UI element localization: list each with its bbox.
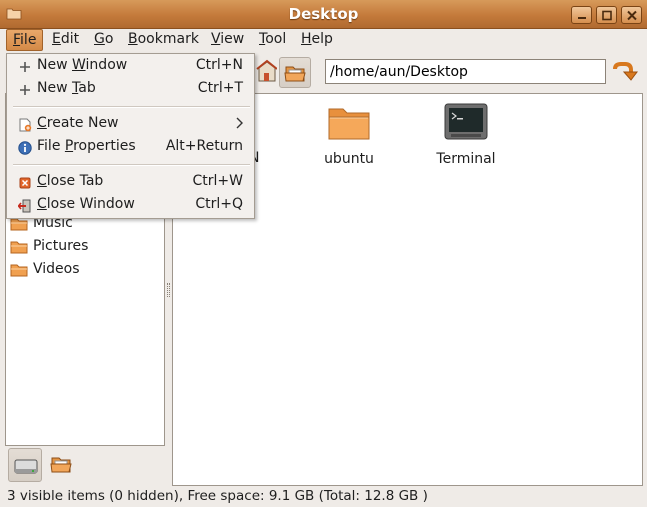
places-tab[interactable] [8,448,42,482]
splitter-grip [167,283,170,297]
shortcut-label: Ctrl+W [192,173,243,189]
menu-item-create-new[interactable]: Create New [8,113,253,136]
info-icon [18,141,32,155]
exit-icon [18,199,31,213]
folder-icon [10,264,28,277]
side-item-videos[interactable]: Videos [8,259,162,281]
go-button[interactable] [610,59,638,85]
drive-icon [14,459,38,474]
folder-icon [10,218,28,231]
minimize-icon [578,17,586,19]
menu-bar: File Edit Go Bookmark View Tool Help [0,29,647,53]
menu-separator [13,164,250,166]
menu-item-new-tab[interactable]: New Tab Ctrl+T [8,78,253,101]
menu-separator [13,106,250,108]
side-item-label: Videos [33,261,80,277]
menu-item-file-properties[interactable]: File Properties Alt+Return [8,136,253,159]
path-input[interactable] [325,59,606,84]
terminal-icon [444,103,488,140]
side-item-label: Pictures [33,238,89,254]
window-title: Desktop [288,5,359,23]
file-item-ubuntu[interactable]: ubuntu [299,103,399,167]
menu-edit[interactable]: Edit [46,29,85,51]
shortcut-label: Alt+Return [165,138,243,154]
file-item-terminal[interactable]: Terminal [416,103,516,167]
maximize-button[interactable] [596,6,617,24]
chevron-right-icon [236,117,243,129]
file-menu-dropdown: New Window Ctrl+N New Tab Ctrl+T Create … [6,53,255,219]
file-label: ubuntu [324,151,374,167]
folder-icon [10,241,28,254]
close-icon [627,10,637,21]
title-bar[interactable]: Desktop [0,0,647,29]
plus-icon [20,62,30,72]
menu-tool[interactable]: Tool [253,29,292,51]
status-bar: 3 visible items (0 hidden), Free space: … [0,486,647,507]
side-item-pictures[interactable]: Pictures [8,236,162,258]
folder-open-icon [284,66,306,82]
plus-icon [20,85,30,95]
menu-bookmark[interactable]: Bookmark [122,29,205,51]
folder-icon [328,108,370,140]
shortcut-label: Ctrl+T [197,80,243,96]
file-label: Terminal [436,151,496,167]
close-tab-icon [19,177,31,189]
menu-item-new-window[interactable]: New Window Ctrl+N [8,55,253,78]
minimize-button[interactable] [571,6,592,24]
go-arrow-icon [613,62,638,81]
directory-tree-tab[interactable] [45,448,79,482]
menu-help[interactable]: Help [295,29,339,51]
menu-item-close-tab[interactable]: Close Tab Ctrl+W [8,171,253,194]
folder-open-icon [50,457,72,473]
side-pane-switcher [5,448,165,486]
maximize-icon [602,10,612,21]
menu-file[interactable]: File [6,29,44,51]
menu-go[interactable]: Go [88,29,119,51]
shortcut-label: Ctrl+N [195,57,243,73]
close-button[interactable] [621,6,642,24]
new-document-icon [19,118,32,132]
file-manager-button[interactable] [279,57,311,88]
shortcut-label: Ctrl+Q [195,196,243,212]
menu-item-close-window[interactable]: Close Window Ctrl+Q [8,194,253,217]
status-text: 3 visible items (0 hidden), Free space: … [7,488,428,504]
menu-view[interactable]: View [205,29,250,51]
